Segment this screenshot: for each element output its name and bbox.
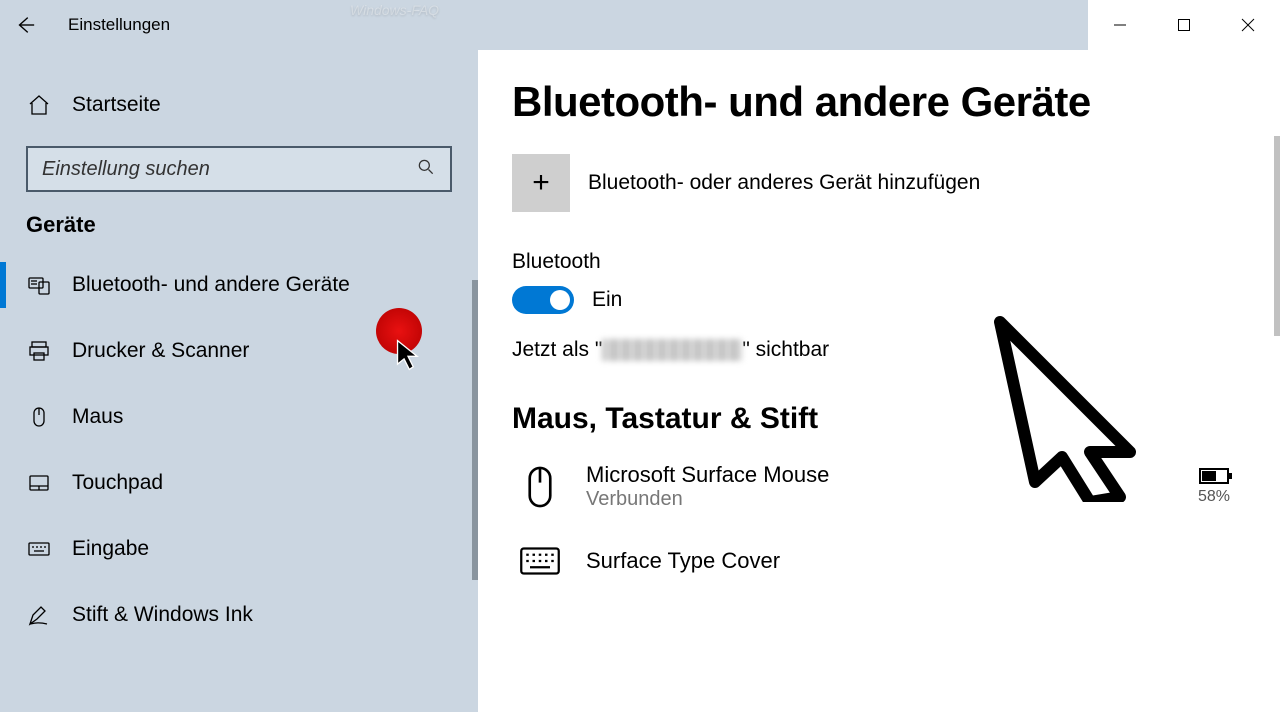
- back-button[interactable]: [0, 0, 50, 50]
- device-name: Surface Type Cover: [586, 548, 780, 574]
- sidebar-item-label: Touchpad: [72, 471, 163, 495]
- bluetooth-toggle[interactable]: [512, 286, 574, 314]
- bluetooth-toggle-state: Ein: [592, 288, 622, 312]
- keyboard-icon: [516, 537, 564, 585]
- page-title: Bluetooth- und andere Geräte: [512, 78, 1246, 126]
- annotation-cursor-icon: [394, 338, 422, 377]
- search-input[interactable]: [42, 158, 416, 181]
- battery-indicator: 58%: [1198, 468, 1230, 506]
- watermark: Windows-FAQ: [350, 2, 439, 18]
- titlebar: Einstellungen Windows-FAQ: [0, 0, 1280, 50]
- battery-percent: 58%: [1198, 488, 1230, 506]
- maximize-button[interactable]: [1152, 0, 1216, 50]
- main-scrollbar[interactable]: [1274, 136, 1280, 336]
- device-name-blurred: [602, 339, 742, 361]
- keyboard-icon: [26, 536, 52, 562]
- search-icon: [416, 157, 436, 182]
- sidebar-item-touchpad[interactable]: Touchpad: [0, 450, 478, 516]
- app-title: Einstellungen: [68, 15, 170, 35]
- devices-icon: [26, 272, 52, 298]
- sidebar-item-bluetooth-devices[interactable]: Bluetooth- und andere Geräte: [0, 252, 478, 318]
- bluetooth-label: Bluetooth: [512, 250, 1246, 274]
- close-button[interactable]: [1216, 0, 1280, 50]
- device-status: Verbunden: [586, 488, 829, 511]
- sidebar: Startseite Geräte Bluetooth- und andere …: [0, 50, 478, 712]
- touchpad-icon: [26, 470, 52, 496]
- device-row[interactable]: Surface Type Cover: [512, 531, 1246, 605]
- sidebar-item-label: Eingabe: [72, 537, 149, 561]
- window-controls: [1088, 0, 1280, 50]
- plus-icon: +: [512, 154, 570, 212]
- sidebar-item-typing[interactable]: Eingabe: [0, 516, 478, 582]
- sidebar-item-label: Maus: [72, 405, 123, 429]
- device-name: Microsoft Surface Mouse: [586, 462, 829, 488]
- sidebar-item-label: Drucker & Scanner: [72, 339, 249, 363]
- printer-icon: [26, 338, 52, 364]
- main-content: Bluetooth- und andere Geräte + Bluetooth…: [478, 50, 1280, 712]
- mouse-icon: [26, 404, 52, 430]
- annotation-arrow-icon: [980, 312, 1140, 507]
- sidebar-item-label: Bluetooth- und andere Geräte: [72, 273, 350, 297]
- search-box[interactable]: [26, 146, 452, 192]
- mouse-icon: [516, 463, 564, 511]
- sidebar-section-label: Geräte: [0, 212, 478, 238]
- sidebar-home[interactable]: Startseite: [0, 70, 478, 140]
- home-icon: [26, 92, 52, 118]
- sidebar-item-mouse[interactable]: Maus: [0, 384, 478, 450]
- sidebar-home-label: Startseite: [72, 93, 161, 117]
- pen-icon: [26, 602, 52, 628]
- sidebar-item-pen[interactable]: Stift & Windows Ink: [0, 582, 478, 648]
- sidebar-item-label: Stift & Windows Ink: [72, 603, 253, 627]
- battery-icon: [1199, 468, 1229, 484]
- minimize-button[interactable]: [1088, 0, 1152, 50]
- add-device-button[interactable]: + Bluetooth- oder anderes Gerät hinzufüg…: [512, 154, 1246, 212]
- add-device-label: Bluetooth- oder anderes Gerät hinzufügen: [588, 171, 980, 195]
